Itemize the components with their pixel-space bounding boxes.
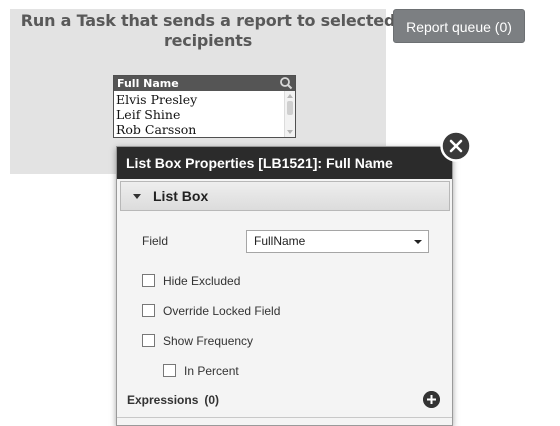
in-percent-label: In Percent (184, 364, 239, 378)
chevron-down-icon (414, 240, 422, 244)
hide-excluded-checkbox[interactable] (142, 274, 155, 287)
listbox-scrollbar[interactable] (284, 91, 295, 137)
show-frequency-label: Show Frequency (163, 334, 254, 348)
full-name-listbox[interactable]: Full Name Elvis Presley Leif Shine Rob C… (113, 75, 296, 138)
add-icon[interactable] (423, 391, 440, 408)
show-frequency-checkbox[interactable] (142, 334, 155, 347)
report-queue-button[interactable]: Report queue (0) (393, 9, 525, 43)
caret-down-icon (133, 194, 141, 199)
field-label: Field (142, 234, 169, 248)
close-icon[interactable] (440, 130, 472, 162)
listbox-header: Full Name (114, 76, 295, 91)
list-box-properties-dialog: List Box Properties [LB1521]: Full Name … (116, 146, 453, 426)
dialog-title: List Box Properties [LB1521]: Full Name (117, 147, 452, 179)
section-label: List Box (153, 188, 209, 204)
expressions-count: (0) (204, 393, 220, 407)
override-locked-label: Override Locked Field (163, 304, 281, 318)
override-locked-checkbox[interactable] (142, 304, 155, 317)
list-box-section-toggle[interactable]: List Box (120, 181, 450, 211)
hide-excluded-label: Hide Excluded (163, 274, 241, 288)
field-select[interactable]: FullName (246, 230, 429, 253)
in-percent-checkbox[interactable] (163, 364, 176, 377)
task-title: Run a Task that sends a report to select… (20, 11, 396, 50)
divider (117, 417, 452, 418)
expressions-label: Expressions (127, 393, 199, 407)
scroll-up-icon[interactable] (287, 94, 293, 98)
search-icon[interactable] (279, 76, 293, 90)
list-item[interactable]: Rob Carsson (114, 122, 284, 137)
list-item[interactable]: Elvis Presley (114, 92, 284, 107)
scroll-thumb[interactable] (287, 101, 293, 115)
listbox-items: Elvis Presley Leif Shine Rob Carsson (114, 92, 284, 137)
list-item[interactable]: Leif Shine (114, 107, 284, 122)
expressions-heading: Expressions (0) (127, 393, 219, 407)
scroll-down-icon[interactable] (287, 130, 293, 134)
field-select-value: FullName (254, 234, 306, 248)
listbox-header-label: Full Name (117, 77, 179, 90)
